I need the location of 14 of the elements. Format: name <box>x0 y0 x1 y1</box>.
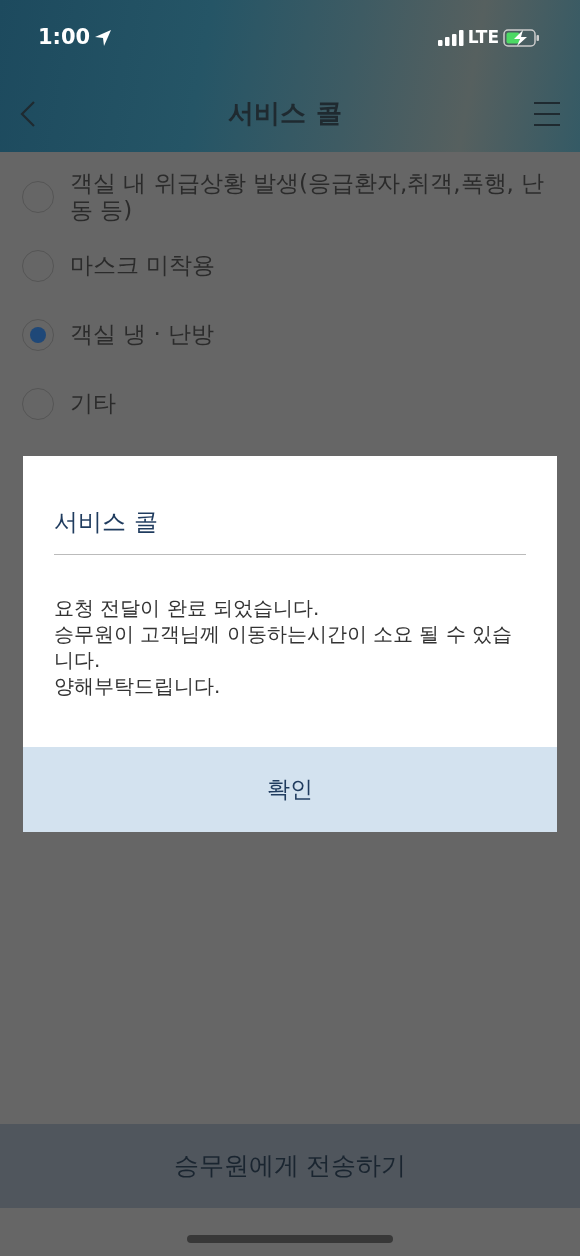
option-label[interactable]: 객실 내 위급상황 발생(응급환자,취객,폭행, 난동 등) <box>70 170 558 223</box>
signal-icon <box>437 29 464 46</box>
option-label[interactable]: 기타 <box>70 390 116 417</box>
battery-charging-icon <box>503 28 540 47</box>
option-label[interactable]: 마스크 미착용 <box>70 252 216 279</box>
dialog-title: 서비스 콜 <box>54 456 526 555</box>
option-label[interactable]: 객실 냉 · 난방 <box>70 321 215 348</box>
location-arrow-icon <box>94 28 113 47</box>
clock-time: 1:00 <box>38 23 91 51</box>
dialog-message: 요청 전달이 완료 되었습니다. 승무원이 고객님께 이동하는시간이 소요 될 수 있습니다. 양해부탁드립니다. <box>53 595 514 700</box>
confirm-button[interactable]: 확인 <box>23 747 557 832</box>
back-icon[interactable] <box>20 100 36 127</box>
menu-icon[interactable] <box>534 100 560 127</box>
network-label: LTE <box>467 25 499 49</box>
